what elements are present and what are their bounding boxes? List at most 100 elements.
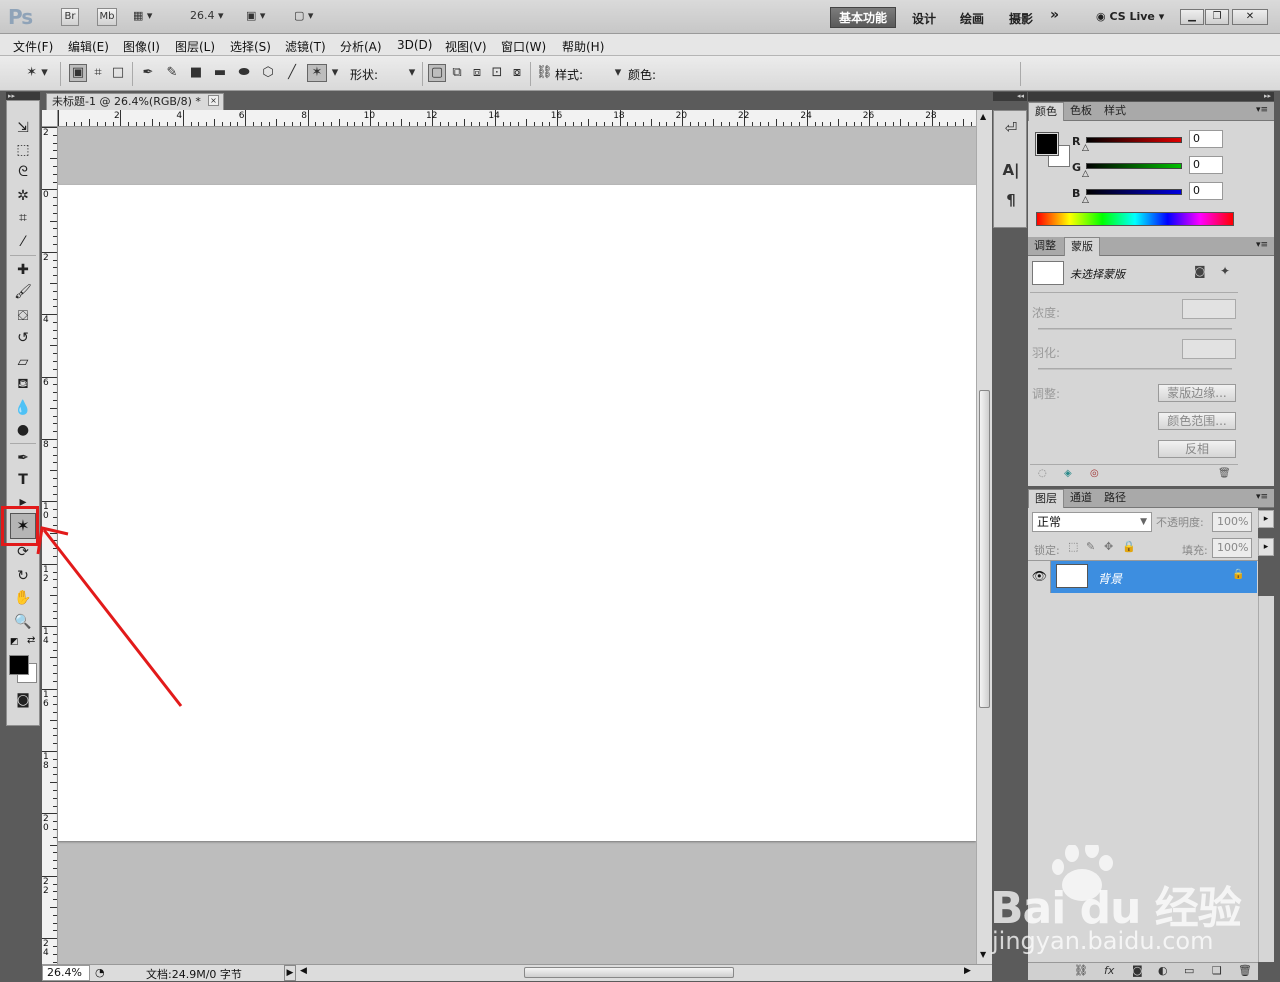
lasso-tool-icon[interactable]: ᘓ (11, 161, 35, 183)
paragraph-panel-icon[interactable]: ¶ (1002, 191, 1020, 211)
menu-layer[interactable]: 图层(L) (175, 38, 215, 55)
feather-input[interactable] (1182, 339, 1236, 359)
type-tool-icon[interactable]: T (11, 469, 35, 491)
dodge-tool-icon[interactable]: ● (11, 419, 35, 441)
eye-visibility-icon[interactable]: 👁 (1029, 561, 1051, 593)
vector-mask-icon[interactable]: ✦ (1220, 264, 1230, 278)
tab-color[interactable]: 颜色 (1028, 102, 1064, 121)
add-to-shape-icon[interactable]: ⧉ (448, 64, 466, 82)
pen-tool-icon[interactable]: ✒ (11, 447, 35, 469)
menu-help[interactable]: 帮助(H) (562, 38, 604, 55)
pixel-mask-icon[interactable]: ◙ (1194, 264, 1206, 278)
menu-analysis[interactable]: 分析(A) (340, 38, 382, 55)
apply-mask-icon[interactable]: ◈ (1064, 468, 1072, 479)
density-input[interactable] (1182, 299, 1236, 319)
fill-pixels-mode-icon[interactable]: □ (109, 64, 127, 82)
swap-colors-icon[interactable]: ⇄ (27, 635, 35, 646)
crop-tool-icon[interactable]: ⌗ (11, 207, 35, 229)
menu-3d[interactable]: 3D(D) (397, 38, 432, 52)
eraser-tool-icon[interactable]: ▱ (11, 351, 35, 373)
link-icon[interactable]: ⛓ (535, 64, 553, 82)
blend-mode-select[interactable]: 正常 ▼ (1032, 512, 1152, 532)
menu-edit[interactable]: 编辑(E) (68, 38, 109, 55)
add-mask-icon[interactable]: ◙ (1132, 964, 1143, 977)
workspace-photography[interactable]: 摄影 (1009, 10, 1033, 27)
geometry-options-dropdown[interactable]: ▾ (329, 64, 341, 82)
eyedropper-tool-icon[interactable]: ⁄ (11, 231, 35, 253)
line-icon[interactable]: ╱ (283, 64, 301, 82)
channel-r-handle-icon[interactable]: △ (1082, 143, 1089, 153)
color-panel-menu-icon[interactable]: ▾≡ (1256, 105, 1268, 115)
paint-bucket-tool-icon[interactable]: ⛾ (11, 373, 35, 395)
bridge-button[interactable]: Br (61, 8, 79, 26)
workspace-design[interactable]: 设计 (912, 10, 936, 27)
toolbox-header[interactable]: ▸▸ (6, 92, 40, 100)
fill-stepper[interactable]: ▸ (1258, 538, 1274, 556)
shape-picker-dropdown[interactable]: ▾ (406, 64, 418, 82)
hand-tool-icon[interactable]: ✋ (11, 587, 35, 609)
horizontal-ruler[interactable]: 2 4 6 8 10 12 14 16 18 20 22 24 26 28 (58, 110, 1222, 127)
workspace-painting[interactable]: 绘画 (960, 10, 984, 27)
channel-g-value[interactable]: 0 (1189, 156, 1223, 174)
tab-adjustments[interactable]: 调整 (1028, 237, 1062, 256)
rounded-rectangle-icon[interactable]: ▬ (211, 64, 229, 82)
lock-position-icon[interactable]: ✥ (1104, 540, 1113, 553)
collapsed-dock-header[interactable]: ◂◂ (993, 92, 1027, 101)
delete-layer-icon[interactable]: 🗑 (1238, 964, 1252, 977)
channel-b-value[interactable]: 0 (1189, 182, 1223, 200)
menu-image[interactable]: 图像(I) (123, 38, 160, 55)
3d-orbit-tool-icon[interactable]: ↻ (11, 565, 35, 587)
menu-window[interactable]: 窗口(W) (501, 38, 546, 55)
blur-tool-icon[interactable]: 💧 (11, 397, 35, 419)
history-panel-icon[interactable]: ⏎ (1002, 119, 1020, 139)
character-panel-icon[interactable]: A| (1002, 161, 1020, 181)
scroll-right-icon[interactable]: ▶ (964, 966, 971, 976)
color-spectrum-ramp[interactable] (1036, 212, 1234, 226)
brush-tool-icon[interactable]: 🖌 (11, 281, 35, 303)
document-tab[interactable]: 未标题-1 @ 26.4%(RGB/8) * × (46, 93, 224, 110)
screen-mode-dropdown[interactable]: ▢ ▾ (294, 9, 313, 22)
freeform-pen-icon[interactable]: ✎ (163, 64, 181, 82)
layers-scrollbar[interactable] (1258, 596, 1274, 962)
mask-edge-button[interactable]: 蒙版边缘... (1158, 384, 1236, 402)
intersect-shape-icon[interactable]: ⊡ (488, 64, 506, 82)
pen-tool-icon[interactable]: ✒ (139, 64, 157, 82)
opacity-field[interactable]: 100% (1212, 512, 1252, 532)
status-zoom-field[interactable]: 26.4% (42, 965, 90, 981)
disable-mask-icon[interactable]: ◎ (1090, 468, 1099, 479)
zoom-tool-icon[interactable]: 🔍 (11, 611, 35, 633)
move-tool-icon[interactable]: ⇲ (11, 117, 35, 139)
channel-g-slider[interactable] (1086, 163, 1182, 169)
foreground-color-swatch[interactable] (9, 655, 29, 675)
exclude-shape-icon[interactable]: ⧇ (508, 64, 526, 82)
new-group-icon[interactable]: ▭ (1184, 964, 1194, 977)
channel-g-handle-icon[interactable]: △ (1082, 169, 1089, 179)
lock-transparent-icon[interactable]: ⬚ (1068, 540, 1078, 553)
tab-styles[interactable]: 样式 (1098, 102, 1132, 121)
default-colors-icon[interactable]: ◩ (10, 637, 19, 647)
document-canvas[interactable] (58, 185, 976, 841)
color-panel-foreground-swatch[interactable] (1035, 132, 1059, 156)
vertical-scroll-thumb[interactable] (979, 390, 990, 708)
link-layers-icon[interactable]: ⛓ (1074, 964, 1088, 977)
quick-mask-icon[interactable]: ◙ (11, 689, 35, 711)
tab-masks[interactable]: 蒙版 (1064, 237, 1100, 256)
new-shape-layer-icon[interactable]: ▢ (428, 64, 446, 82)
density-slider[interactable] (1038, 328, 1232, 330)
horizontal-scroll-thumb[interactable] (524, 967, 734, 978)
arrange-documents-dropdown[interactable]: ▣ ▾ (246, 9, 265, 22)
style-dropdown[interactable]: ▾ (612, 64, 624, 82)
tab-swatches[interactable]: 色板 (1064, 102, 1098, 121)
restore-button[interactable]: ❐ (1205, 9, 1229, 25)
panel-dock-header[interactable]: ▸▸ (1028, 92, 1274, 101)
shape-layers-mode-icon[interactable]: ▣ (69, 64, 87, 82)
layer-name[interactable]: 背景 (1098, 570, 1122, 587)
fill-field[interactable]: 100% (1212, 538, 1252, 558)
channel-b-slider[interactable] (1086, 189, 1182, 195)
new-layer-icon[interactable]: ❑ (1212, 964, 1222, 977)
layers-panel-menu-icon[interactable]: ▾≡ (1256, 492, 1268, 502)
ellipse-icon[interactable]: ⬬ (235, 64, 253, 82)
scroll-left-icon[interactable]: ◀ (300, 966, 307, 976)
status-info-icon[interactable]: ◔ (95, 966, 105, 979)
scroll-up-icon[interactable]: ▲ (980, 112, 986, 121)
